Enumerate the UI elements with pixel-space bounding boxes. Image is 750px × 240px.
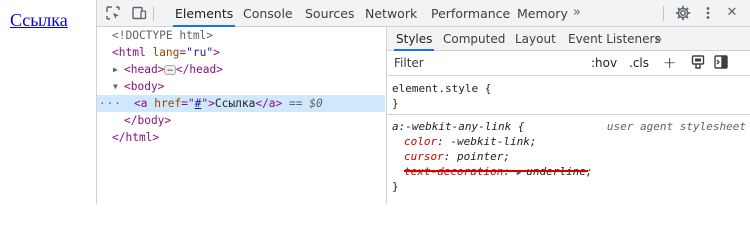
tab-network[interactable]: Network [365, 0, 417, 27]
selected-marker: == $0 [289, 97, 323, 110]
styles-subtabs: Styles Computed Layout Event Listeners » [387, 27, 750, 51]
styles-pane: Styles Computed Layout Event Listeners »… [386, 27, 750, 204]
more-subtabs-icon[interactable]: » [655, 27, 662, 51]
html-attr-value: "ru" [186, 46, 214, 59]
toolbar-separator-right [663, 6, 664, 21]
a-open-tag: <a [134, 97, 148, 110]
doctype-text: <!DOCTYPE html> [112, 29, 214, 42]
styles-filter-bar: :hov .cls + [387, 51, 750, 76]
devtools-toolbar: Elements Console Sources Network Perform… [97, 0, 750, 27]
body-close-tag: </body> [124, 114, 172, 127]
more-tabs-icon[interactable]: » [573, 0, 581, 27]
computed-sidebar-icon[interactable] [713, 54, 729, 72]
tab-performance[interactable]: Performance [431, 0, 510, 27]
gear-icon[interactable] [675, 5, 691, 21]
html-attr-name: lang [152, 46, 180, 59]
a-close-tag: </a> [255, 97, 283, 110]
collapsed-ellipsis[interactable]: … [164, 65, 176, 75]
device-toolbar-icon[interactable] [131, 5, 147, 21]
tab-elements[interactable]: Elements [172, 0, 236, 27]
ua-rule-selector[interactable]: a:-webkit-any-link { [392, 119, 524, 134]
a-tag-line: <a href="#">Ссылка</a> == $0 [134, 97, 323, 110]
head-open-tag: <head> [124, 63, 165, 76]
elements-tree: <!DOCTYPE html> <html lang="ru"> ▶ <head… [97, 27, 385, 204]
head-line: <head>… </head> [124, 61, 223, 78]
tab-memory[interactable]: Memory [517, 0, 568, 27]
styles-filter-input[interactable] [387, 51, 575, 75]
a-attr-name: href [154, 97, 182, 110]
subtab-layout[interactable]: Layout [515, 27, 556, 51]
a-text: Ссылка [214, 97, 256, 110]
element-style-selector[interactable]: element.style { [392, 81, 491, 96]
subtab-styles[interactable]: Styles [393, 27, 435, 51]
toolbar-separator [153, 6, 154, 21]
ua-rule-close: } [392, 180, 399, 193]
body-open-tag: <body> [124, 80, 165, 93]
tree-row-a-selected[interactable]: ··· <a href="#">Ссылка</a> == $0 [97, 95, 385, 112]
html-tag-line: <html lang="ru"> [112, 46, 220, 59]
subtab-computed[interactable]: Computed [443, 27, 505, 51]
collapse-triangle-icon[interactable]: ▼ [113, 78, 118, 95]
style-rules: element.style { } a:-webkit-any-link { u… [387, 76, 750, 204]
devtools-panel: Elements Console Sources Network Perform… [96, 0, 750, 204]
html-close-tag: </html> [112, 131, 160, 144]
tree-row-body-close[interactable]: </body> [97, 112, 385, 129]
tree-row-html[interactable]: <html lang="ru"> [97, 44, 385, 61]
rule-divider [387, 114, 750, 115]
tree-row-body[interactable]: ▼ <body> [97, 78, 385, 95]
subtab-event-listeners[interactable]: Event Listeners [568, 27, 661, 51]
head-close-tag: </head> [175, 63, 223, 76]
tree-row-head[interactable]: ▶ <head>… </head> [97, 61, 385, 78]
element-state-icon[interactable] [690, 54, 706, 72]
tree-row-doctype[interactable]: <!DOCTYPE html> [97, 27, 385, 44]
html-open-tag: <html [112, 46, 146, 59]
rendered-page: Ссылка [0, 0, 96, 204]
user-agent-stylesheet-label: user agent stylesheet [606, 120, 746, 133]
close-icon[interactable]: ✕ [724, 5, 740, 21]
tree-row-html-close[interactable]: </html> [97, 129, 385, 146]
row-gutter-dots[interactable]: ··· [99, 95, 122, 112]
prop-color[interactable]: color: -webkit-link; [404, 134, 536, 149]
tab-console[interactable]: Console [243, 0, 293, 27]
expand-triangle-icon[interactable]: ▶ [113, 61, 118, 78]
red-underline-annotation [404, 170, 588, 172]
prop-cursor[interactable]: cursor: pointer; [404, 149, 510, 164]
page-link[interactable]: Ссылка [10, 10, 68, 31]
kebab-menu-icon[interactable] [700, 5, 716, 21]
element-style-close: } [392, 97, 399, 110]
new-rule-plus-icon[interactable]: + [663, 54, 676, 72]
cls-toggle[interactable]: .cls [629, 54, 649, 72]
hov-toggle[interactable]: :hov [591, 54, 617, 72]
inspect-icon[interactable] [105, 5, 121, 21]
tab-sources[interactable]: Sources [305, 0, 354, 27]
